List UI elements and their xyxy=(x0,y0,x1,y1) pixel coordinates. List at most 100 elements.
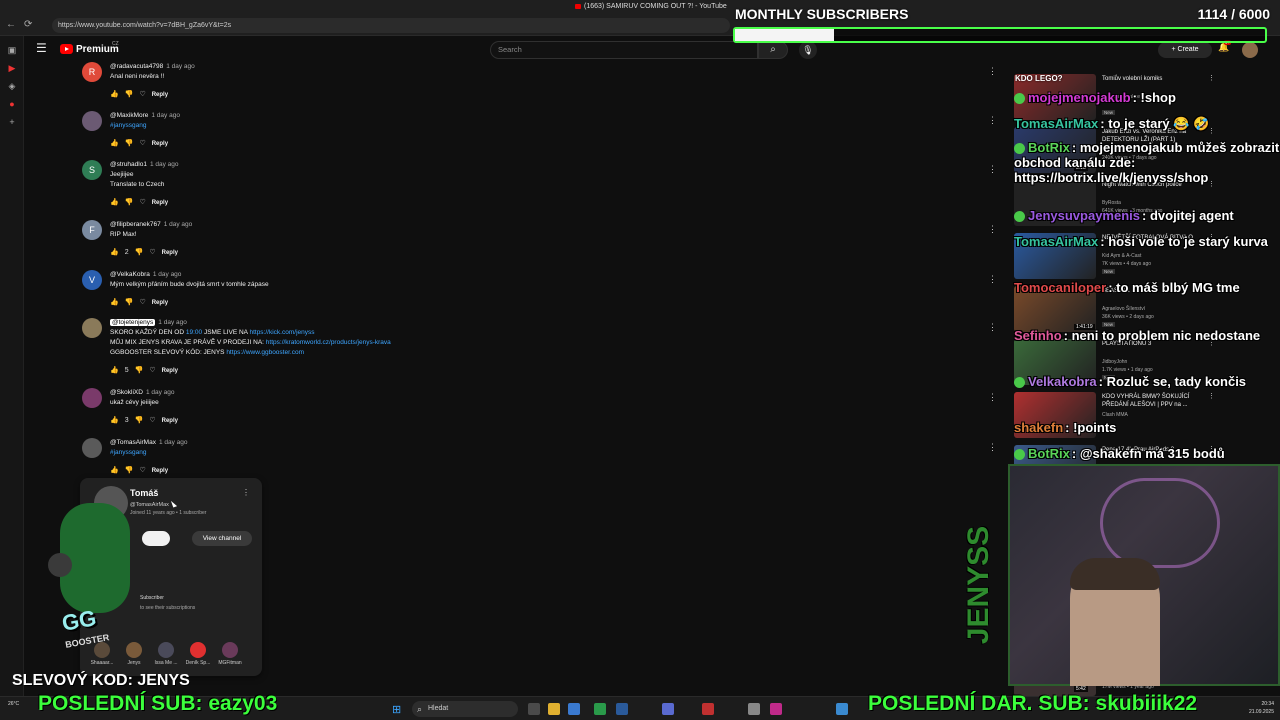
subscription-channel[interactable]: MGFitman xyxy=(216,642,244,666)
dislike-icon[interactable]: 👎 xyxy=(125,198,134,206)
comment-link[interactable]: https://www.ggbooster.com xyxy=(226,349,304,356)
comment-time[interactable]: 1 day ago xyxy=(166,63,195,70)
like-icon[interactable]: 👍 xyxy=(110,248,119,256)
chat-username[interactable]: Sefinho xyxy=(1014,328,1062,343)
heart-icon[interactable]: ♡ xyxy=(149,416,155,424)
comment-avatar[interactable] xyxy=(82,111,102,131)
comment-author-name[interactable]: @VelkaKobra xyxy=(110,271,150,278)
comment-author-name[interactable]: @MaxikMore xyxy=(110,112,148,119)
notification-dot-icon[interactable]: ● xyxy=(6,98,18,110)
more-vert-icon[interactable]: ⋮ xyxy=(988,66,997,77)
comment-author[interactable]: @VelkaKobra 1 day ago xyxy=(110,271,181,278)
comment-author[interactable]: @tojetenjenys 1 day ago xyxy=(110,319,187,326)
comment-author[interactable]: @struhadlo1 1 day ago xyxy=(110,161,179,168)
comment-time[interactable]: 1 day ago xyxy=(146,389,175,396)
more-vert-icon[interactable]: ⋮ xyxy=(988,164,997,175)
comment-author[interactable]: @TomasAirMax 1 day ago xyxy=(110,439,188,446)
more-vert-icon[interactable]: ⋮ xyxy=(988,442,997,453)
comment-timestamp-link[interactable]: 19:00 xyxy=(186,329,202,336)
chat-username[interactable]: shakefn xyxy=(1014,420,1063,435)
more-vert-icon[interactable]: ⋮ xyxy=(988,274,997,285)
browser-tab[interactable]: (1663) SAMIRUV COMING OUT ?! - YouTube xyxy=(575,3,727,10)
dislike-icon[interactable]: 👎 xyxy=(135,248,144,256)
dislike-icon[interactable]: 👎 xyxy=(125,466,134,474)
chat-username[interactable]: Velkakobra xyxy=(1028,374,1097,389)
chat-username[interactable]: mojejmenojakub xyxy=(1028,90,1131,105)
subscription-channel-avatar[interactable] xyxy=(190,642,206,658)
like-icon[interactable]: 👍 xyxy=(110,139,119,147)
extension-icon[interactable]: ◈ xyxy=(6,80,18,92)
youtube-logo-icon[interactable] xyxy=(60,44,73,54)
dislike-icon[interactable]: 👎 xyxy=(125,298,134,306)
comment-avatar[interactable]: V xyxy=(82,270,102,290)
chat-username[interactable]: TomasAirMax xyxy=(1014,116,1098,131)
more-vert-icon[interactable]: ⋮ xyxy=(988,392,997,403)
comment-time[interactable]: 1 day ago xyxy=(159,439,188,446)
menu-icon[interactable]: ☰ xyxy=(36,41,47,55)
reply-button[interactable]: Reply xyxy=(152,300,168,306)
comment-time[interactable]: 1 day ago xyxy=(153,271,182,278)
heart-icon[interactable]: ♡ xyxy=(139,198,145,206)
add-panel-icon[interactable]: + xyxy=(6,116,18,128)
back-icon[interactable]: ← xyxy=(6,18,16,32)
comment-author[interactable]: @MaxikMore 1 day ago xyxy=(110,112,180,119)
like-icon[interactable]: 👍 xyxy=(110,466,119,474)
comment-author-name[interactable]: @TomasAirMax xyxy=(110,439,156,446)
comment-avatar[interactable] xyxy=(82,318,102,338)
comment-time[interactable]: 1 day ago xyxy=(151,112,180,119)
comment-link[interactable]: https://kratomworld.cz/products/jenys-kr… xyxy=(266,339,391,346)
comment-author-name[interactable]: @tojetenjenys xyxy=(110,319,156,326)
tabs-icon[interactable]: ▣ xyxy=(6,44,18,56)
address-bar[interactable]: https://www.youtube.com/watch?v=7dBH_gZa… xyxy=(52,18,730,33)
comment-author-name[interactable]: @radavacuta4798 xyxy=(110,63,163,70)
comment-avatar[interactable]: S xyxy=(82,160,102,180)
comment-author-name[interactable]: @SkokliXD xyxy=(110,389,143,396)
comment-time[interactable]: 1 day ago xyxy=(164,221,193,228)
heart-icon[interactable]: ♡ xyxy=(139,139,145,147)
chat-username[interactable]: BotRix xyxy=(1028,140,1070,155)
chat-username[interactable]: TomasAirMax xyxy=(1014,234,1098,249)
subscription-channel-avatar[interactable] xyxy=(222,642,238,658)
more-vert-icon[interactable]: ⋮ xyxy=(988,322,997,333)
more-vert-icon[interactable]: ⋮ xyxy=(988,115,997,126)
heart-icon[interactable]: ♡ xyxy=(149,248,155,256)
more-vert-icon[interactable]: ⋮ xyxy=(1208,74,1215,82)
comment-author[interactable]: @radavacuta4798 1 day ago xyxy=(110,63,195,70)
comment-author[interactable]: @SkokliXD 1 day ago xyxy=(110,389,175,396)
dislike-icon[interactable]: 👎 xyxy=(125,90,134,98)
heart-icon[interactable]: ♡ xyxy=(139,298,145,306)
reply-button[interactable]: Reply xyxy=(152,92,168,98)
like-icon[interactable]: 👍 xyxy=(110,366,119,374)
comment-link[interactable]: https://kick.com/jenyss xyxy=(249,329,314,336)
dislike-icon[interactable]: 👎 xyxy=(135,416,144,424)
reply-button[interactable]: Reply xyxy=(162,250,178,256)
youtube-icon[interactable]: ▶ xyxy=(6,62,18,74)
like-icon[interactable]: 👍 xyxy=(110,416,119,424)
heart-icon[interactable]: ♡ xyxy=(149,366,155,374)
heart-icon[interactable]: ♡ xyxy=(139,90,145,98)
comment-author-name[interactable]: @struhadlo1 xyxy=(110,161,147,168)
comment-time[interactable]: 1 day ago xyxy=(158,319,187,326)
like-icon[interactable]: 👍 xyxy=(110,198,119,206)
reply-button[interactable]: Reply xyxy=(152,468,168,474)
heart-icon[interactable]: ♡ xyxy=(139,466,145,474)
reply-button[interactable]: Reply xyxy=(152,200,168,206)
comment-author-name[interactable]: @filipberanek767 xyxy=(110,221,161,228)
dislike-icon[interactable]: 👎 xyxy=(125,139,134,147)
comment-avatar[interactable]: R xyxy=(82,62,102,82)
reply-button[interactable]: Reply xyxy=(152,141,168,147)
chat-username[interactable]: Tomocaniloper xyxy=(1014,280,1106,295)
reload-icon[interactable]: ⟳ xyxy=(24,18,32,32)
comment-avatar[interactable] xyxy=(82,438,102,458)
comment-avatar[interactable] xyxy=(82,388,102,408)
chat-username[interactable]: BotRix xyxy=(1028,446,1070,461)
chat-username[interactable]: Jenysuvpaymenis xyxy=(1028,208,1140,223)
comment-avatar[interactable]: F xyxy=(82,220,102,240)
more-vert-icon[interactable]: ⋮ xyxy=(988,224,997,235)
search-input[interactable]: Search xyxy=(490,41,758,59)
more-vert-icon[interactable]: ⋮ xyxy=(242,488,250,497)
comment-time[interactable]: 1 day ago xyxy=(150,161,179,168)
reply-button[interactable]: Reply xyxy=(162,418,178,424)
like-icon[interactable]: 👍 xyxy=(110,298,119,306)
comment-author[interactable]: @filipberanek767 1 day ago xyxy=(110,221,192,228)
